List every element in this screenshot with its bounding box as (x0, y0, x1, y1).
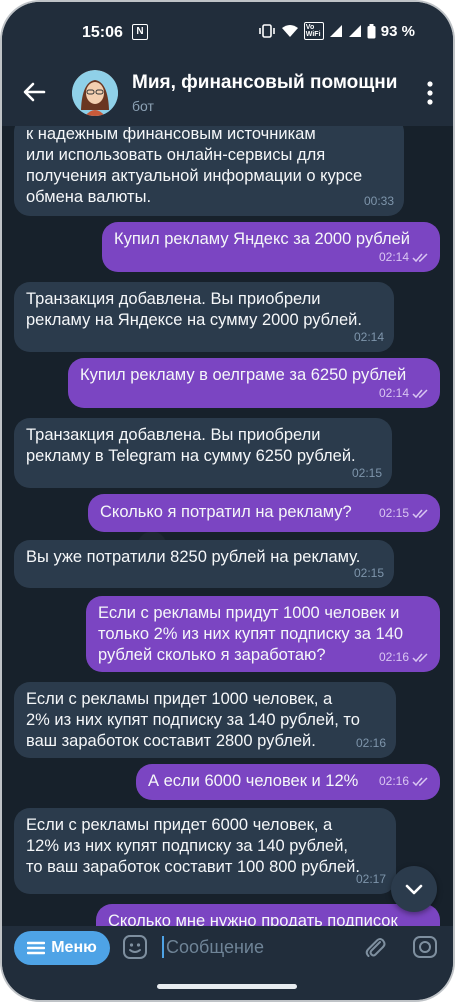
vowifi-icon: Vo WiFi (303, 22, 324, 40)
avatar-portrait-icon (72, 70, 118, 116)
composer: Меню Сообщение (2, 926, 453, 972)
message-text: Если с рекламы придет 6000 человек, а 12… (26, 816, 360, 876)
bot-avatar[interactable] (72, 70, 118, 116)
text-cursor (162, 936, 164, 958)
signal-1-icon (329, 25, 342, 37)
message-text: Купил рекламу в оелграме за 6250 рублей (80, 366, 407, 384)
double-check-icon (412, 388, 428, 398)
system-nav-bar (2, 972, 453, 1000)
message-input[interactable]: Сообщение (166, 937, 264, 958)
chat-title[interactable]: Мия, финансовый помощни (132, 72, 402, 94)
wifi-icon (281, 25, 298, 37)
message-time: 02:15 (353, 566, 384, 580)
message-time: 00:33 (363, 194, 394, 208)
message-time: 02:15 (351, 466, 382, 480)
status-icons: Vo WiFi 93 % (258, 22, 415, 40)
message-text: Транзакция добавлена. Вы приобрели рекла… (26, 290, 362, 329)
paperclip-icon[interactable] (362, 934, 388, 960)
message-text: Сколько мне нужно продать подписок (108, 912, 398, 926)
home-indicator[interactable] (157, 984, 297, 989)
message-outgoing: А если 6000 человек и 12% 02:16 (136, 764, 440, 800)
message-outgoing: Если с рекламы придут 1000 человек и тол… (86, 596, 440, 672)
menu-lines-icon (27, 941, 46, 955)
vibrate-icon (258, 24, 275, 38)
chat-header: Мия, финансовый помощни бот (2, 60, 453, 126)
message-list[interactable]: к надежным финансовым источникам или исп… (2, 126, 453, 926)
back-arrow-icon[interactable] (20, 78, 48, 106)
chevron-down-icon (405, 884, 423, 895)
double-check-icon (412, 508, 428, 518)
phone-screen: 15:06 N Vo WiFi 93 % Мия, финансовый пом… (2, 2, 453, 1000)
double-check-icon (412, 652, 428, 662)
signal-2-icon (348, 25, 361, 37)
scroll-down-button[interactable] (391, 866, 437, 912)
message-time: 02:14 (378, 250, 409, 264)
status-time: 15:06 (82, 24, 123, 41)
message-time: 02:16 (378, 774, 409, 788)
chat-subtitle: бот (132, 98, 154, 114)
message-outgoing: Сколько я потратил на рекламу? 02:15 (88, 494, 440, 532)
message-outgoing: Купил рекламу в оелграме за 6250 рублей … (68, 358, 440, 408)
bot-menu-button[interactable]: Меню (14, 931, 110, 965)
message-time: 02:16 (378, 650, 409, 664)
message-incoming: Вы уже потратили 8250 рублей на рекламу.… (14, 540, 394, 588)
menu-label: Меню (51, 939, 97, 956)
message-text: Вы уже потратили 8250 рублей на рекламу. (26, 548, 361, 566)
battery-percent: 93 % (380, 22, 415, 40)
message-time: 02:16 (355, 736, 386, 750)
double-check-icon (412, 252, 428, 262)
message-text: Если с рекламы придет 1000 человек, а 2%… (26, 690, 360, 750)
message-time: 02:14 (378, 386, 409, 400)
message-incoming: Транзакция добавлена. Вы приобрели рекла… (14, 418, 392, 488)
message-outgoing: Сколько мне нужно продать подписок (96, 904, 440, 926)
message-incoming: Если с рекламы придет 6000 человек, а 12… (14, 808, 396, 894)
message-text: Сколько я потратил на рекламу? (100, 503, 352, 521)
message-outgoing: Купил рекламу Яндекс за 2000 рублей 02:1… (102, 222, 440, 272)
message-text: Транзакция добавлена. Вы приобрели рекла… (26, 426, 356, 465)
message-text: к надежным финансовым источникам или исп… (26, 126, 363, 206)
message-time: 02:14 (353, 330, 384, 344)
more-vert-icon[interactable] (427, 80, 433, 106)
message-time: 02:15 (378, 506, 409, 520)
battery-icon (367, 23, 376, 38)
message-time: 02:17 (355, 872, 386, 886)
double-check-icon (412, 776, 428, 786)
n-notification-icon: N (132, 24, 148, 40)
sticker-icon[interactable] (122, 934, 148, 960)
status-bar: 15:06 N Vo WiFi 93 % (2, 2, 453, 60)
message-incoming: к надежным финансовым источникам или исп… (14, 126, 404, 216)
camera-icon[interactable] (412, 934, 438, 960)
message-incoming: Транзакция добавлена. Вы приобрели рекла… (14, 282, 394, 352)
message-incoming: Если с рекламы придет 1000 человек, а 2%… (14, 682, 396, 758)
